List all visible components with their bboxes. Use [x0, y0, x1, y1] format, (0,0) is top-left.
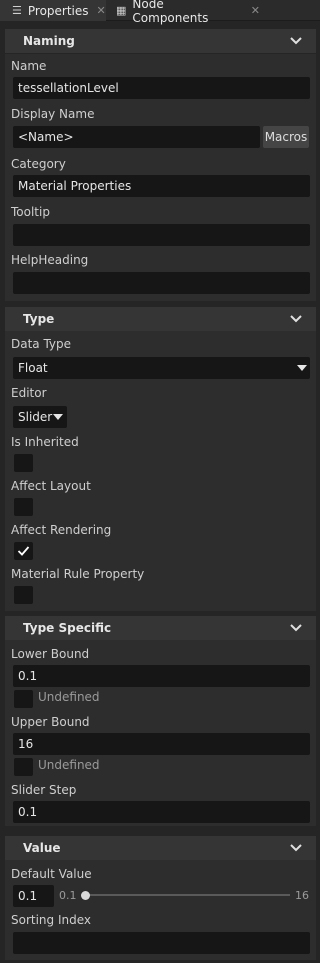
list-icon: ☰ [12, 4, 22, 17]
lower-undefined-label: Undefined [38, 690, 100, 704]
components-icon: ▦ [116, 4, 127, 17]
material-rule-checkbox[interactable] [14, 586, 33, 604]
dropdown-arrow-icon [53, 414, 63, 420]
chevron-down-icon [290, 315, 302, 323]
affect-layout-label: Affect Layout [11, 479, 91, 493]
name-input[interactable]: tessellationLevel [13, 77, 310, 99]
data-type-select[interactable]: Float [13, 357, 310, 379]
slider-max-label: 16 [295, 889, 309, 902]
is-inherited-checkbox[interactable] [14, 454, 33, 472]
default-value-slider-thumb[interactable] [81, 891, 90, 900]
section-title: Type Specific [23, 621, 112, 635]
name-label: Name [11, 59, 47, 73]
close-icon[interactable]: ✕ [251, 4, 260, 17]
type-specific-section-header[interactable]: Type Specific [5, 616, 316, 640]
data-type-value: Float [18, 361, 48, 375]
display-name-label: Display Name [11, 107, 95, 121]
upper-bound-input[interactable]: 16 [13, 733, 310, 755]
section-title: Value [23, 841, 61, 855]
slider-min-label: 0.1 [59, 889, 77, 902]
default-value-slider-track[interactable] [85, 894, 290, 896]
slider-step-label: Slider Step [11, 783, 77, 797]
close-icon[interactable]: ✕ [97, 4, 106, 17]
affect-layout-checkbox[interactable] [14, 498, 33, 516]
category-input[interactable]: Material Properties [13, 175, 310, 197]
sorting-index-input[interactable] [13, 932, 310, 954]
tooltip-input[interactable] [13, 224, 310, 246]
section-title: Type [23, 312, 55, 326]
value-section-header[interactable]: Value [5, 836, 316, 860]
is-inherited-label: Is Inherited [11, 435, 79, 449]
tab-node-components-label: Node Components [132, 0, 209, 25]
default-value-input[interactable]: 0.1 [13, 885, 54, 907]
upper-undefined-checkbox[interactable] [14, 758, 33, 776]
tab-node-components[interactable]: ▦ Node Components ✕ [110, 0, 260, 25]
tab-properties[interactable]: ☰ Properties ✕ [0, 0, 106, 21]
section-title: Naming [23, 34, 75, 48]
tab-properties-label: Properties [27, 3, 89, 18]
help-heading-input[interactable] [13, 272, 310, 294]
naming-section-header[interactable]: Naming [5, 29, 316, 53]
chevron-down-icon [290, 624, 302, 632]
tooltip-label: Tooltip [11, 205, 50, 219]
editor-value: Slider [18, 410, 53, 424]
help-heading-label: HelpHeading [11, 253, 89, 267]
category-label: Category [11, 157, 66, 171]
lower-undefined-checkbox[interactable] [14, 690, 33, 708]
affect-rendering-label: Affect Rendering [11, 523, 112, 537]
data-type-label: Data Type [11, 337, 72, 351]
chevron-down-icon [290, 37, 302, 45]
default-value-label: Default Value [11, 867, 92, 881]
type-section-header[interactable]: Type [5, 307, 316, 331]
dropdown-arrow-icon [297, 365, 307, 371]
upper-undefined-label: Undefined [38, 758, 100, 772]
lower-bound-input[interactable]: 0.1 [13, 665, 310, 687]
macros-button[interactable]: Macros [263, 126, 309, 148]
sorting-index-label: Sorting Index [11, 913, 92, 927]
editor-label: Editor [11, 386, 47, 400]
display-name-input[interactable]: <Name> [13, 126, 260, 148]
tab-bar: ☰ Properties ✕ ▦ Node Components ✕ [0, 0, 320, 25]
slider-step-input[interactable]: 0.1 [13, 801, 310, 823]
checkmark-icon [17, 546, 30, 556]
material-rule-label: Material Rule Property [11, 567, 145, 581]
lower-bound-label: Lower Bound [11, 647, 90, 661]
chevron-down-icon [290, 844, 302, 852]
upper-bound-label: Upper Bound [11, 715, 90, 729]
affect-rendering-checkbox[interactable] [14, 542, 33, 560]
